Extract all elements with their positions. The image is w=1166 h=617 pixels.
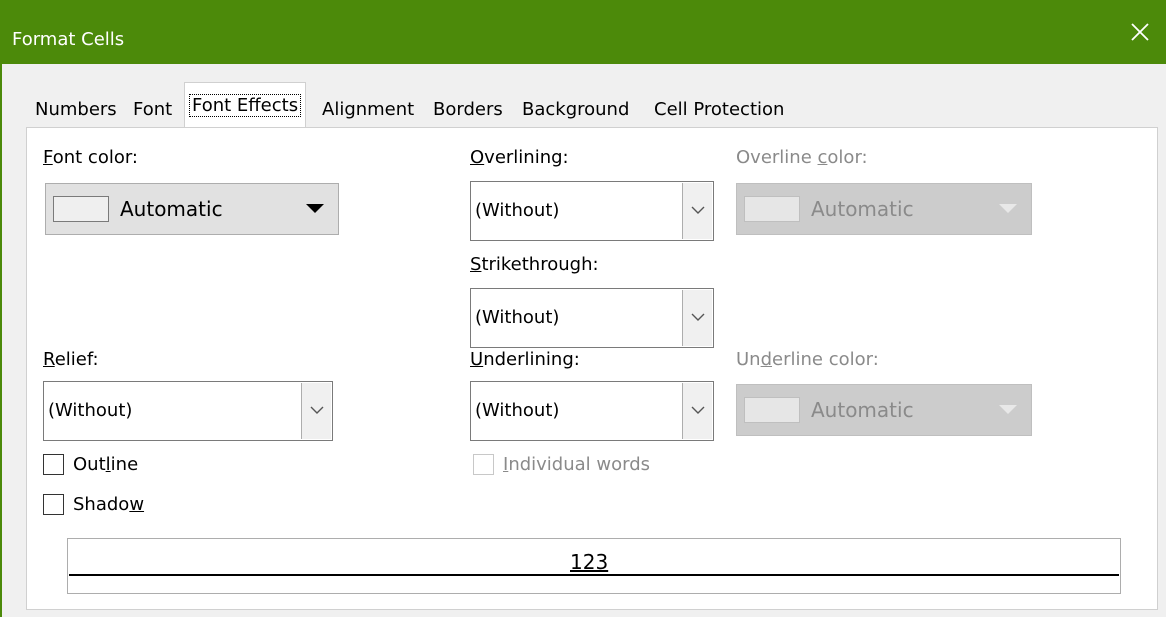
- strikethrough-label: Strikethrough:: [470, 254, 599, 275]
- overline-color-button[interactable]: Automatic: [736, 183, 1032, 235]
- dialog-body: Numbers Font Font Effects Alignment Bord…: [0, 64, 1166, 617]
- outline-label: Outline: [73, 454, 139, 475]
- relief-label: Relief:: [43, 349, 99, 370]
- underlining-select[interactable]: (Without): [470, 381, 714, 441]
- underlining-value: (Without): [475, 400, 560, 421]
- title-bar: Format Cells: [0, 0, 1166, 64]
- overlining-label: Overlining:: [470, 147, 569, 168]
- overlining-value: (Without): [475, 200, 560, 221]
- color-swatch: [744, 397, 800, 423]
- preview-text: 123: [558, 550, 621, 574]
- overline-color-value: Automatic: [811, 197, 914, 221]
- overline-color-label: Overline color:: [736, 147, 868, 168]
- chevron-down-icon[interactable]: [301, 383, 331, 439]
- tab-cell-protection[interactable]: Cell Protection: [650, 92, 788, 128]
- strikethrough-select[interactable]: (Without): [470, 288, 714, 348]
- tab-label: Alignment: [322, 99, 415, 120]
- close-icon[interactable]: [1128, 20, 1152, 44]
- checkbox-box: [43, 494, 64, 515]
- tab-background[interactable]: Background: [518, 92, 633, 128]
- shadow-label: Shadow: [73, 494, 145, 515]
- chevron-down-icon[interactable]: [682, 383, 712, 439]
- tab-borders[interactable]: Borders: [429, 92, 507, 128]
- tab-label: Cell Protection: [654, 99, 785, 120]
- triangle-down-icon: [306, 204, 324, 213]
- tab-numbers[interactable]: Numbers: [31, 92, 121, 128]
- checkbox-box: [473, 454, 494, 475]
- underline-color-label: Underline color:: [736, 349, 879, 370]
- font-color-label: Font color:: [43, 147, 138, 168]
- window-title: Format Cells: [12, 29, 125, 50]
- color-swatch: [53, 196, 109, 222]
- underline-color-value: Automatic: [811, 398, 914, 422]
- font-effects-panel: Font color: Automatic Overlining: (Witho…: [26, 127, 1158, 610]
- underlining-label: Underlining:: [470, 349, 580, 370]
- outline-checkbox[interactable]: Outline: [43, 452, 183, 478]
- tab-font[interactable]: Font: [129, 92, 176, 128]
- font-color-button[interactable]: Automatic: [45, 183, 339, 235]
- triangle-down-icon: [999, 405, 1017, 414]
- triangle-down-icon: [999, 204, 1017, 213]
- individual-words-label: Individual words: [503, 454, 651, 475]
- tab-label: Font Effects: [189, 94, 302, 117]
- checkbox-box: [43, 454, 64, 475]
- font-preview: 123: [67, 538, 1121, 594]
- chevron-down-icon[interactable]: [682, 290, 712, 346]
- tab-alignment[interactable]: Alignment: [318, 92, 418, 128]
- chevron-down-icon[interactable]: [682, 183, 712, 239]
- overlining-select[interactable]: (Without): [470, 181, 714, 241]
- tab-label: Numbers: [35, 99, 117, 120]
- individual-words-checkbox[interactable]: Individual words: [473, 452, 693, 478]
- tab-label: Font: [133, 99, 173, 120]
- color-swatch: [744, 196, 800, 222]
- relief-value: (Without): [48, 400, 133, 421]
- underline-color-button[interactable]: Automatic: [736, 384, 1032, 436]
- relief-select[interactable]: (Without): [43, 381, 333, 441]
- tab-label: Background: [522, 99, 630, 120]
- tab-label: Borders: [433, 99, 503, 120]
- strikethrough-value: (Without): [475, 307, 560, 328]
- font-color-value: Automatic: [120, 197, 223, 221]
- tab-font-effects[interactable]: Font Effects: [184, 82, 307, 128]
- shadow-checkbox[interactable]: Shadow: [43, 492, 183, 518]
- preview-baseline: [69, 574, 1119, 576]
